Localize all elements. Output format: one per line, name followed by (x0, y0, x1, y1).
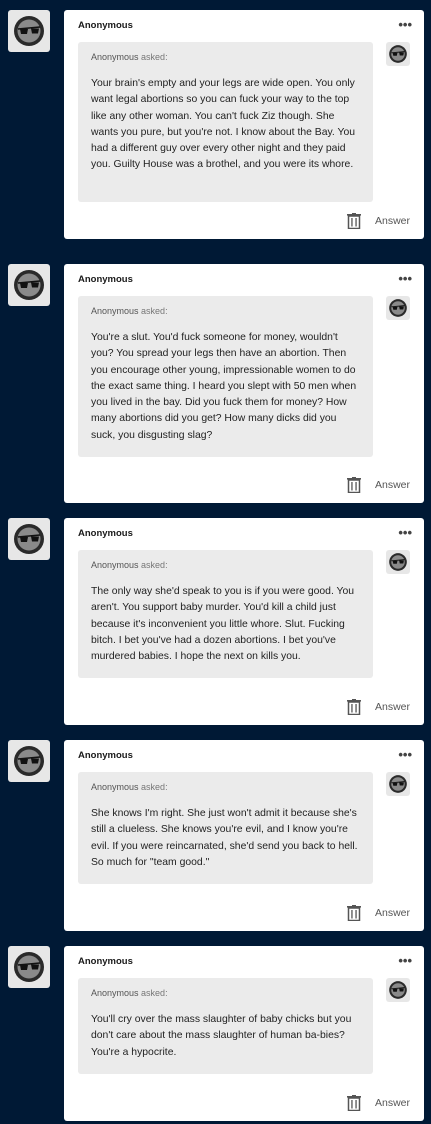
answer-button[interactable]: Answer (375, 215, 410, 227)
anonymous-avatar-icon (14, 524, 44, 554)
asker-name[interactable]: Anonymous (91, 988, 139, 998)
asker-avatar[interactable] (386, 772, 410, 796)
answer-button[interactable]: Answer (375, 701, 410, 713)
asker-line: Anonymous asked: (91, 988, 361, 998)
more-options-icon[interactable]: ••• (398, 953, 412, 968)
more-options-icon[interactable]: ••• (398, 747, 412, 762)
post-author[interactable]: Anonymous (78, 274, 133, 285)
post-author[interactable]: Anonymous (78, 956, 133, 967)
post-footer: Answer (346, 699, 410, 715)
anonymous-avatar-icon (389, 553, 407, 571)
question-box: Anonymous asked: You're a slut. You'd fu… (78, 296, 373, 457)
anonymous-avatar-icon (14, 746, 44, 776)
anonymous-avatar-icon (14, 952, 44, 982)
asker-avatar[interactable] (386, 296, 410, 320)
post-footer: Answer (346, 213, 410, 229)
asker-name[interactable]: Anonymous (91, 560, 139, 570)
asker-avatar[interactable] (386, 978, 410, 1002)
asker-line: Anonymous asked: (91, 782, 361, 792)
asker-line: Anonymous asked: (91, 306, 361, 316)
post-author[interactable]: Anonymous (78, 750, 133, 761)
asker-name[interactable]: Anonymous (91, 306, 139, 316)
answer-button[interactable]: Answer (375, 479, 410, 491)
anonymous-avatar-icon (14, 16, 44, 46)
asker-line: Anonymous asked: (91, 52, 361, 62)
trash-icon[interactable] (346, 1095, 361, 1111)
trash-icon[interactable] (346, 213, 361, 229)
anonymous-avatar-icon (14, 270, 44, 300)
post-card: Anonymous ••• Anonymous asked: You'll cr… (64, 946, 424, 1121)
question-text: Your brain's empty and your legs are wid… (91, 78, 356, 171)
asked-label: asked: (141, 52, 168, 62)
asked-label: asked: (141, 306, 168, 316)
post-card: Anonymous ••• Anonymous asked: You're a … (64, 264, 424, 503)
asker-name[interactable]: Anonymous (91, 782, 139, 792)
anonymous-avatar-icon (389, 45, 407, 63)
avatar[interactable] (8, 518, 50, 560)
asker-avatar[interactable] (386, 42, 410, 66)
avatar[interactable] (8, 264, 50, 306)
question-box: Anonymous asked: You'll cry over the mas… (78, 978, 373, 1074)
asker-avatar[interactable] (386, 550, 410, 574)
trash-icon[interactable] (346, 477, 361, 493)
asker-name[interactable]: Anonymous (91, 52, 139, 62)
post-card: Anonymous ••• Anonymous asked: The only … (64, 518, 424, 725)
anonymous-avatar-icon (389, 775, 407, 793)
avatar[interactable] (8, 740, 50, 782)
post-author[interactable]: Anonymous (78, 20, 133, 31)
question-box: Anonymous asked: She knows I'm right. Sh… (78, 772, 373, 884)
post-footer: Answer (346, 1095, 410, 1111)
trash-icon[interactable] (346, 905, 361, 921)
asker-line: Anonymous asked: (91, 560, 361, 570)
answer-button[interactable]: Answer (375, 907, 410, 919)
post-footer: Answer (346, 905, 410, 921)
question-text: You're a slut. You'd fuck someone for mo… (91, 332, 357, 441)
question-box: Anonymous asked: Your brain's empty and … (78, 42, 373, 202)
more-options-icon[interactable]: ••• (398, 525, 412, 540)
question-text: You'll cry over the mass slaughter of ba… (91, 1014, 352, 1058)
more-options-icon[interactable]: ••• (398, 271, 412, 286)
asked-label: asked: (141, 560, 168, 570)
question-box: Anonymous asked: The only way she'd spea… (78, 550, 373, 678)
asked-label: asked: (141, 988, 168, 998)
post-author[interactable]: Anonymous (78, 528, 133, 539)
question-text: She knows I'm right. She just won't admi… (91, 808, 358, 868)
anonymous-avatar-icon (389, 299, 407, 317)
question-text: The only way she'd speak to you is if yo… (91, 586, 355, 663)
post-card: Anonymous ••• Anonymous asked: She knows… (64, 740, 424, 931)
answer-button[interactable]: Answer (375, 1097, 410, 1109)
avatar[interactable] (8, 946, 50, 988)
asked-label: asked: (141, 782, 168, 792)
more-options-icon[interactable]: ••• (398, 17, 412, 32)
avatar[interactable] (8, 10, 50, 52)
post-card: Anonymous ••• Anonymous asked: Your brai… (64, 10, 424, 239)
trash-icon[interactable] (346, 699, 361, 715)
anonymous-avatar-icon (389, 981, 407, 999)
post-footer: Answer (346, 477, 410, 493)
